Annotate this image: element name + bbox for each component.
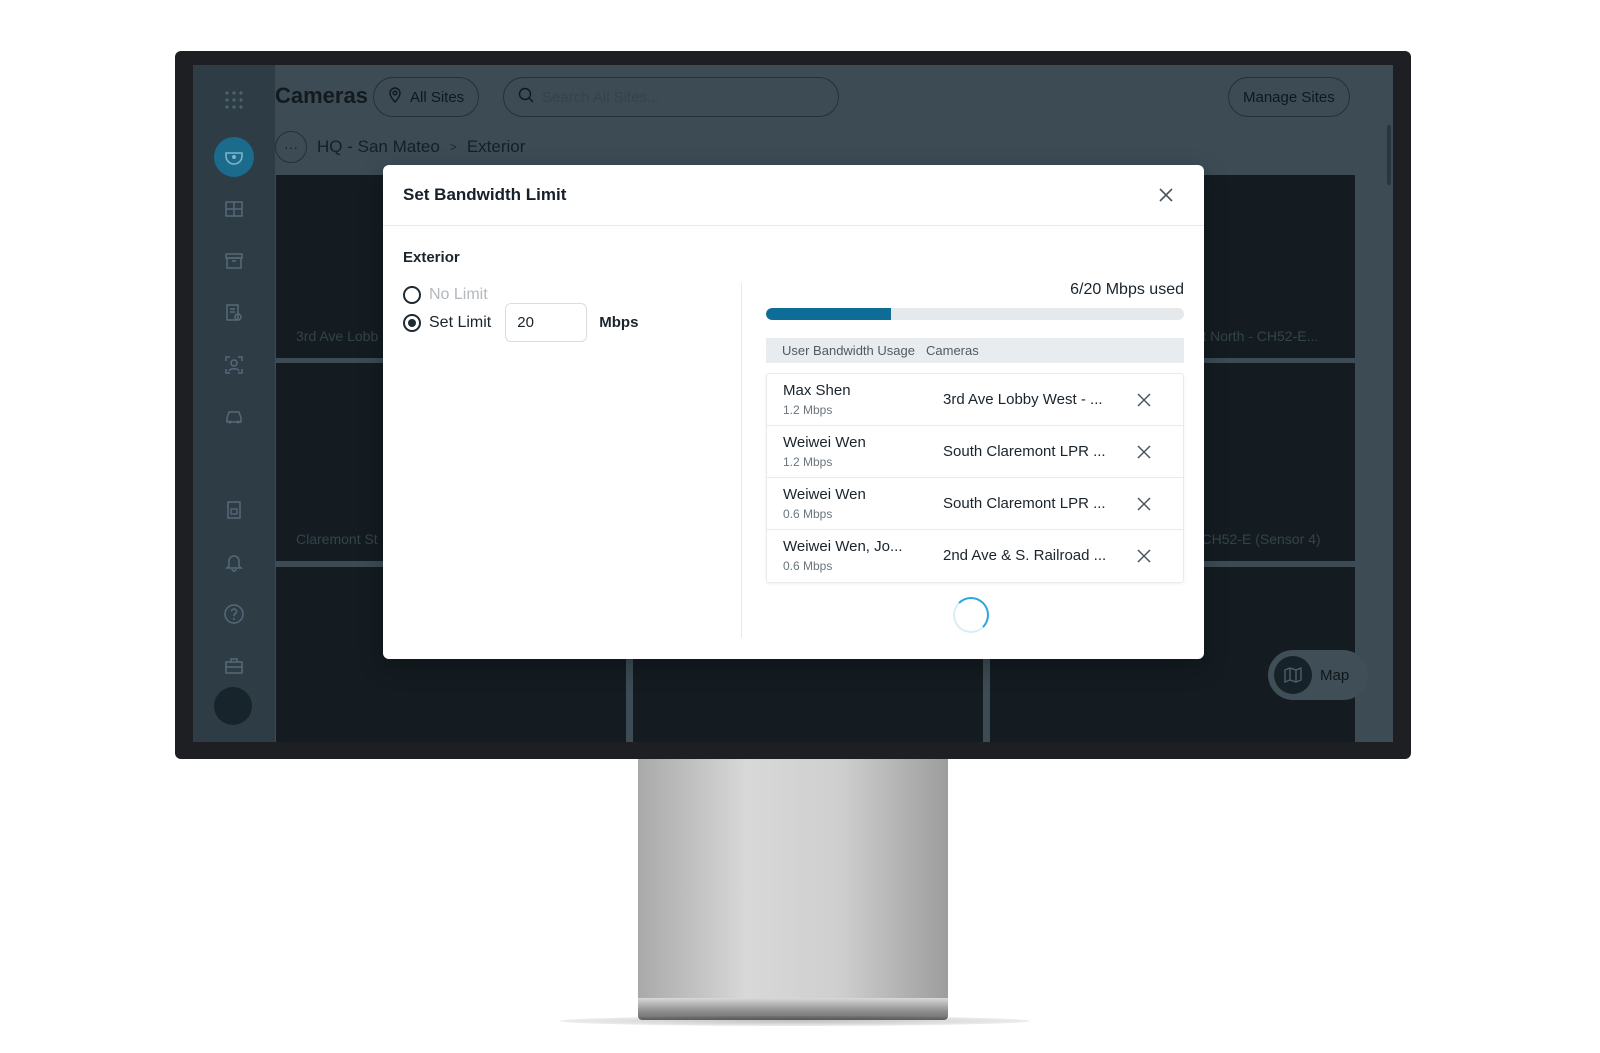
sidebar — [193, 65, 275, 742]
page-title: Cameras — [275, 83, 368, 108]
camera-tile[interactable]: St North - CH52-E... — [1193, 175, 1355, 358]
breadcrumb-separator: > — [449, 140, 457, 154]
remove-icon[interactable] — [1133, 493, 1155, 515]
breadcrumb: ··· HQ - San Mateo > Exterior — [275, 131, 525, 163]
bandwidth-usage-bar — [766, 308, 1184, 320]
stage: Cameras All Sites Search All Sites... Ma… — [0, 0, 1600, 1053]
camera-name: South Claremont LPR ... — [943, 495, 1106, 512]
table-row: Weiwei Wen 1.2 Mbps South Claremont LPR … — [767, 426, 1183, 478]
table-row: Weiwei Wen, Jo... 0.6 Mbps 2nd Ave & S. … — [767, 530, 1183, 582]
section-label: Exterior — [403, 249, 460, 266]
user-rate: 0.6 Mbps — [783, 507, 833, 521]
briefcase-icon[interactable] — [217, 649, 251, 683]
search-icon — [518, 87, 534, 107]
search-placeholder: Search All Sites... — [542, 88, 660, 106]
dialog-divider — [741, 283, 742, 638]
user-rate: 0.6 Mbps — [783, 559, 833, 573]
table-row: Max Shen 1.2 Mbps 3rd Ave Lobby West - .… — [767, 374, 1183, 426]
camera-tile-label: Claremont St — [296, 531, 378, 547]
monitor-stand — [638, 759, 948, 999]
map-icon — [1274, 656, 1312, 694]
breadcrumb-more-button[interactable]: ··· — [275, 131, 307, 163]
breadcrumb-parent[interactable]: HQ - San Mateo — [317, 137, 440, 157]
close-icon[interactable] — [1154, 183, 1178, 207]
camera-name: 3rd Ave Lobby West - ... — [943, 391, 1103, 408]
map-button[interactable]: Map — [1268, 650, 1368, 700]
no-limit-radio[interactable] — [403, 286, 421, 304]
no-limit-option[interactable]: No Limit — [403, 286, 488, 304]
table-row: Weiwei Wen 0.6 Mbps South Claremont LPR … — [767, 478, 1183, 530]
column-header-user: User Bandwidth Usage — [782, 343, 915, 358]
bell-icon[interactable] — [217, 545, 251, 579]
loading-spinner-icon — [953, 597, 989, 633]
person-scan-icon[interactable] — [217, 348, 251, 382]
document-lock-icon[interactable] — [217, 493, 251, 527]
user-name: Weiwei Wen, Jo... — [783, 538, 903, 555]
dialog-header: Set Bandwidth Limit — [383, 165, 1204, 226]
bandwidth-usage-fill — [766, 308, 892, 320]
limit-value-input[interactable] — [505, 303, 588, 342]
user-name: Weiwei Wen — [783, 486, 866, 503]
vehicle-icon[interactable] — [217, 400, 251, 434]
apps-grid-icon[interactable] — [217, 83, 251, 117]
column-header-cameras: Cameras — [926, 343, 979, 358]
user-rate: 1.2 Mbps — [783, 455, 833, 469]
site-filter-button[interactable]: All Sites — [373, 77, 480, 117]
usage-table: Max Shen 1.2 Mbps 3rd Ave Lobby West - .… — [766, 373, 1184, 583]
map-label: Map — [1320, 666, 1350, 684]
archive-icon[interactable] — [217, 244, 251, 278]
remove-icon[interactable] — [1133, 441, 1155, 463]
bandwidth-usage-text: 6/20 Mbps used — [1070, 281, 1184, 298]
report-icon[interactable] — [217, 296, 251, 330]
breadcrumb-current: Exterior — [466, 137, 526, 156]
manage-sites-label: Manage Sites — [1243, 88, 1335, 106]
camera-tile[interactable]: - CH52-E (Sensor 4) — [1193, 363, 1355, 561]
set-limit-option[interactable]: Set Limit Mbps — [403, 303, 638, 342]
dialog-title: Set Bandwidth Limit — [403, 185, 567, 204]
usage-table-header: User Bandwidth Usage Cameras — [766, 338, 1184, 363]
grid-view-icon[interactable] — [217, 192, 251, 226]
set-limit-label: Set Limit — [429, 313, 492, 331]
site-filter-label: All Sites — [410, 88, 465, 106]
limit-unit: Mbps — [599, 314, 639, 331]
help-icon[interactable] — [217, 597, 251, 631]
set-limit-radio[interactable] — [403, 313, 421, 332]
user-rate: 1.2 Mbps — [783, 403, 833, 417]
stand-shadow — [560, 1016, 1030, 1026]
user-name: Max Shen — [783, 382, 851, 399]
camera-name: 2nd Ave & S. Railroad ... — [943, 547, 1107, 564]
camera-dome-icon[interactable] — [214, 137, 254, 177]
avatar[interactable] — [214, 687, 252, 725]
scrollbar[interactable] — [1387, 125, 1391, 185]
no-limit-label: No Limit — [429, 286, 488, 303]
camera-name: South Claremont LPR ... — [943, 443, 1106, 460]
remove-icon[interactable] — [1133, 545, 1155, 567]
manage-sites-button[interactable]: Manage Sites — [1228, 77, 1350, 117]
camera-tile-label: St North - CH52-E... — [1193, 328, 1319, 344]
user-name: Weiwei Wen — [783, 434, 866, 451]
camera-tile-label: - CH52-E (Sensor 4) — [1193, 531, 1321, 547]
camera-tile-label: 3rd Ave Lobb — [296, 328, 379, 344]
remove-icon[interactable] — [1133, 389, 1155, 411]
bandwidth-limit-dialog: Set Bandwidth Limit Exterior No Limit Se… — [383, 165, 1204, 659]
location-pin-icon — [388, 87, 402, 107]
search-input[interactable]: Search All Sites... — [503, 77, 839, 117]
